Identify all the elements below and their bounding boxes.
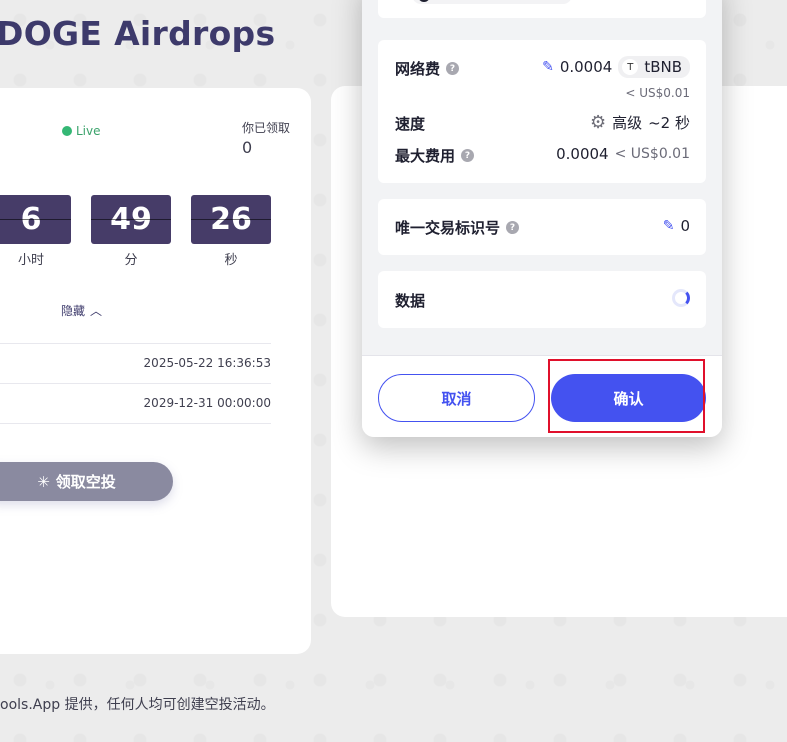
- gear-icon: ⚙: [589, 112, 607, 133]
- max-fee-label-row: 最大费用 ?: [395, 145, 475, 166]
- page-title: DOGE Airdrops: [0, 14, 276, 53]
- chevron-up-icon: ︿: [90, 304, 103, 318]
- footer-description: ools.App 提供，任何人均可创建空投活动。: [0, 697, 275, 713]
- start-date: 2025-05-22 16:36:53: [143, 356, 271, 370]
- end-date-row: 2029-12-31 00:00:00: [0, 383, 271, 423]
- live-label: Live: [76, 124, 101, 138]
- info-icon[interactable]: ?: [461, 149, 475, 162]
- token-icon: T: [622, 59, 639, 75]
- hide-details-toggle[interactable]: 隐藏 ︿: [61, 302, 102, 319]
- network-fee-label-row: 网络费 ?: [395, 58, 460, 79]
- claim-airdrop-button[interactable]: ✳ 领取空投: [0, 462, 173, 501]
- nonce-label-row: 唯一交易标识号 ?: [395, 217, 520, 238]
- token-pill: T tBNB: [618, 56, 690, 78]
- cancel-button[interactable]: 取消: [378, 374, 535, 422]
- countdown-hours-label: 小时: [17, 253, 44, 268]
- data-section[interactable]: 数据: [378, 271, 706, 328]
- max-fee-label: 最大费用: [395, 147, 456, 165]
- speed-value[interactable]: ⚙ 高级 ~2 秒: [590, 112, 690, 133]
- network-fee-label: 网络费: [395, 60, 441, 78]
- token-symbol: tBNB: [644, 58, 682, 76]
- confirm-highlight-box: [548, 359, 705, 433]
- loading-spinner-icon: ✳: [37, 472, 50, 491]
- speed-time: ~2 秒: [648, 114, 690, 132]
- hide-label: 隐藏: [61, 304, 86, 318]
- claimed-value: 0: [242, 138, 253, 157]
- network-fee-value: ✎ 0.0004 T tBNB: [542, 56, 690, 78]
- edit-icon[interactable]: ✎: [542, 59, 554, 75]
- info-icon[interactable]: ?: [506, 221, 520, 234]
- countdown-seconds-label: 秒: [224, 253, 238, 268]
- network-fee-amount: 0.0004: [559, 58, 613, 76]
- nonce-label: 唯一交易标识号: [395, 219, 501, 237]
- live-dot-icon: [62, 126, 72, 136]
- countdown-minutes: 49: [91, 195, 171, 244]
- end-date: 2029-12-31 00:00:00: [143, 396, 271, 410]
- speed-label: 速度: [395, 115, 426, 133]
- max-fee-amount: 0.0004: [556, 145, 609, 163]
- data-label: 数据: [395, 292, 426, 310]
- nonce-value: 0: [680, 217, 690, 235]
- network-fee-usd: < US$0.01: [625, 86, 690, 100]
- max-fee-usd: < US$0.01: [614, 146, 690, 162]
- countdown-minutes-label: 分: [124, 253, 138, 268]
- divider: [0, 423, 271, 424]
- info-icon[interactable]: ?: [446, 62, 460, 75]
- start-date-row: 2025-05-22 16:36:53: [0, 343, 271, 383]
- max-fee-value: 0.0004 < US$0.01: [556, 145, 690, 163]
- edit-icon[interactable]: ✎: [663, 218, 675, 234]
- speed-level: 高级: [612, 114, 643, 132]
- live-indicator: Live: [62, 124, 101, 138]
- account-section: [378, 0, 706, 18]
- countdown-seconds: 26: [191, 195, 271, 244]
- nonce-section: 唯一交易标识号 ? ✎ 0: [378, 199, 706, 255]
- fee-section: 网络费 ? ✎ 0.0004 T tBNB < US$0.01 速度 ⚙ 高级 …: [378, 40, 706, 183]
- loading-spinner-icon: [672, 289, 690, 307]
- claim-airdrop-label: 领取空投: [55, 473, 116, 491]
- claimed-label: 你已领取: [242, 121, 291, 135]
- nonce-value-row: ✎ 0: [663, 217, 690, 235]
- account-pill: [412, 0, 572, 4]
- countdown-hours: 6: [0, 195, 71, 244]
